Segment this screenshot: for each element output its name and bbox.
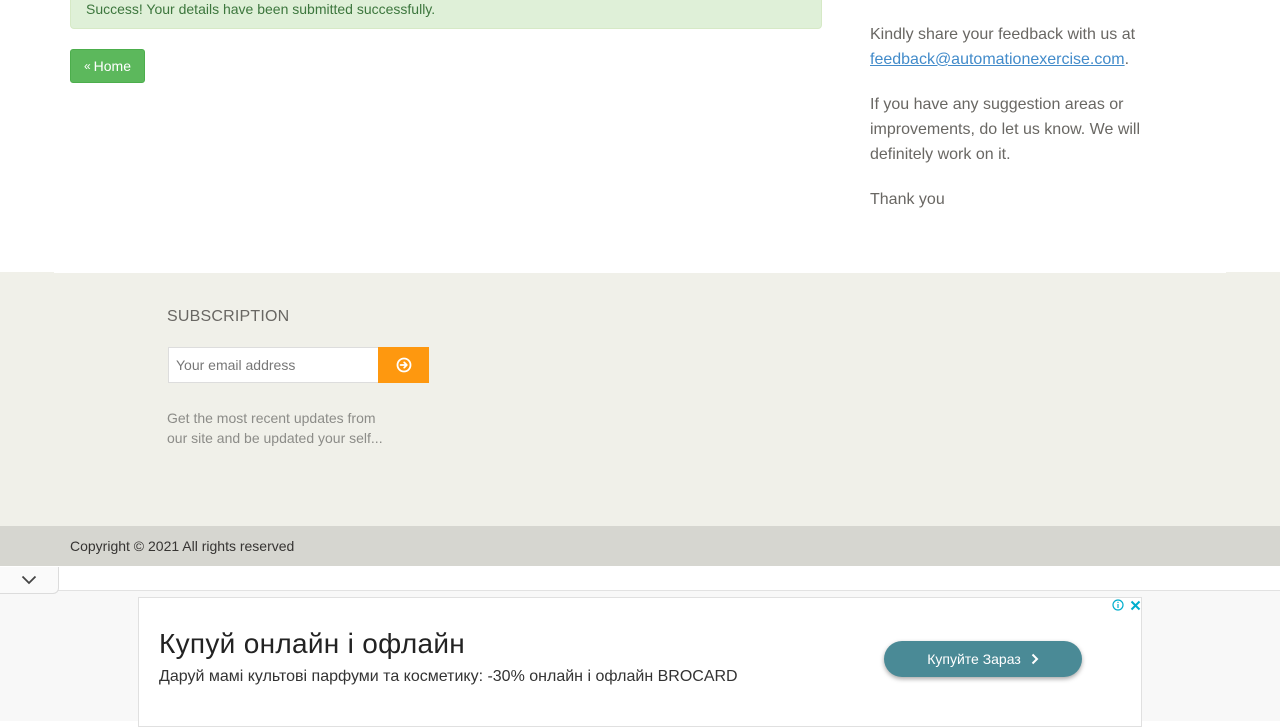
feedback-intro-text: Kindly share your feedback with us at [870, 26, 1136, 43]
footer-divider [54, 272, 1226, 273]
ad-info-icon[interactable] [1112, 599, 1124, 611]
subscription-title: SUBSCRIPTION [167, 308, 290, 325]
feedback-intro-paragraph: Kindly share your feedback with us at fe… [870, 22, 1170, 72]
success-alert-text: Success! Your details have been submitte… [86, 1, 436, 17]
ad-headline: Купуй онлайн і офлайн [159, 628, 466, 659]
success-alert: Success! Your details have been submitte… [70, 0, 822, 29]
info-icon [1112, 599, 1124, 611]
ad-collapse-toggle[interactable] [0, 567, 59, 594]
double-chevron-left-icon: « [83, 59, 91, 73]
feedback-email-link[interactable]: feedback@automationexercise.com [870, 51, 1125, 68]
chevron-right-icon [1031, 653, 1039, 665]
feedback-thanks-text: Thank you [870, 191, 945, 208]
chevron-down-icon [21, 575, 37, 585]
arrow-circle-right-icon [396, 357, 411, 373]
subscribe-email-input[interactable] [168, 347, 379, 383]
ad-subtext: Даруй мамі культові парфуми та косметику… [159, 668, 738, 685]
subscription-description: Get the most recent updates from our sit… [167, 410, 383, 446]
subscribe-button[interactable] [378, 347, 429, 383]
ad-cta-label: Купуйте Зараз [927, 651, 1021, 667]
close-icon [1130, 600, 1140, 610]
ad-cta-button[interactable]: Купуйте Зараз [884, 641, 1082, 677]
ad-close-icon[interactable] [1128, 597, 1142, 613]
copyright-text: Copyright © 2021 All rights reserved [70, 538, 295, 554]
home-button-label: Home [93, 58, 132, 74]
feedback-section: Kindly share your feedback with us at fe… [870, 22, 1170, 232]
feedback-period: . [1124, 51, 1130, 68]
home-button[interactable]: « Home [70, 49, 145, 83]
feedback-suggestion-text: If you have any suggestion areas or impr… [870, 96, 1141, 163]
